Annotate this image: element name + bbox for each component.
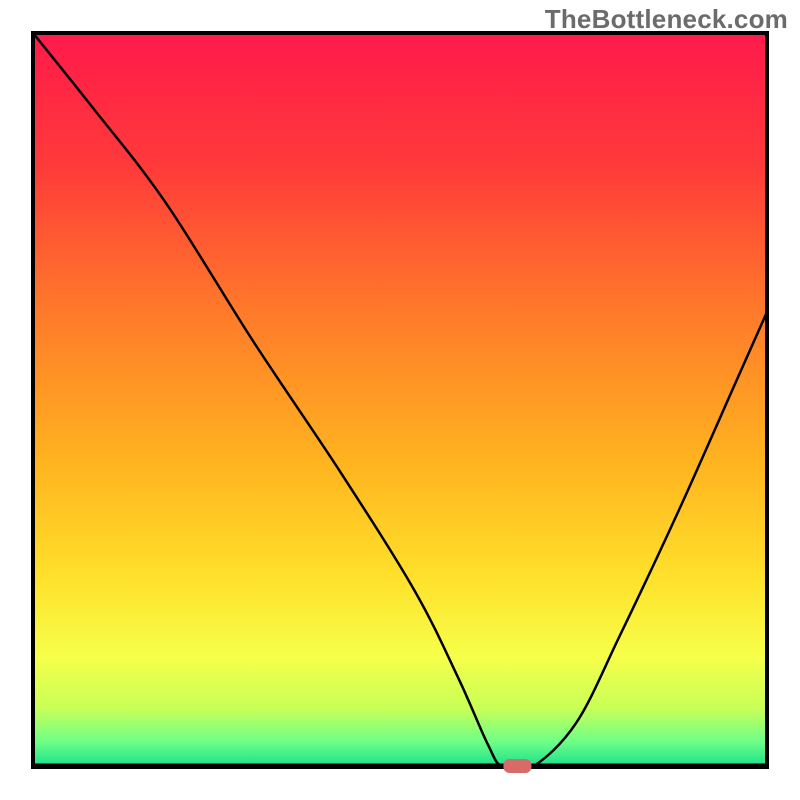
bottleneck-chart — [0, 0, 800, 800]
chart-stage: TheBottleneck.com — [0, 0, 800, 800]
gradient-background — [33, 33, 767, 767]
watermark-text: TheBottleneck.com — [545, 4, 788, 35]
optimum-marker — [503, 759, 531, 773]
